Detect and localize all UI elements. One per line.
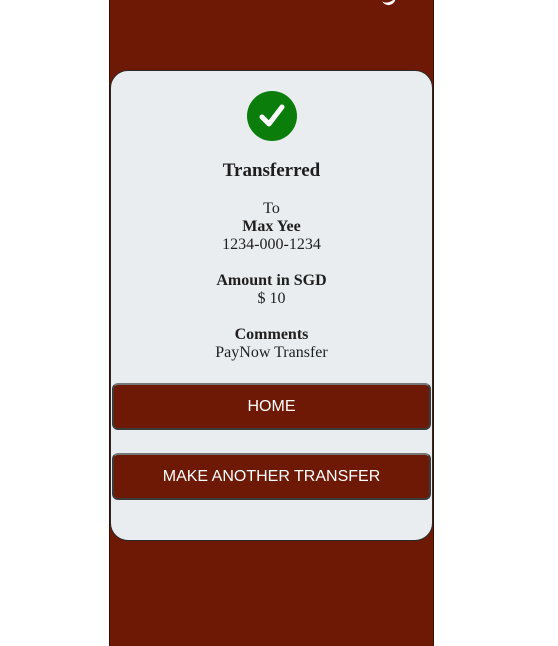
amount-value: $ 10 [257, 290, 286, 307]
to-label: To [263, 200, 280, 217]
comments-label: Comments [234, 326, 309, 343]
comments-value: PayNow Transfer [215, 344, 328, 361]
home-button[interactable]: HOME [112, 383, 431, 430]
amount-label: Amount in SGD [216, 272, 327, 289]
recipient-name: Max Yee [242, 218, 301, 235]
transfer-receipt-card: Transferred To Max Yee 1234-000-1234 Amo… [110, 70, 433, 541]
make-another-transfer-button[interactable]: MAKE ANOTHER TRANSFER [112, 453, 431, 500]
check-icon [247, 91, 297, 141]
status-title: Transferred [222, 160, 321, 181]
recipient-account: 1234-000-1234 [222, 236, 321, 253]
